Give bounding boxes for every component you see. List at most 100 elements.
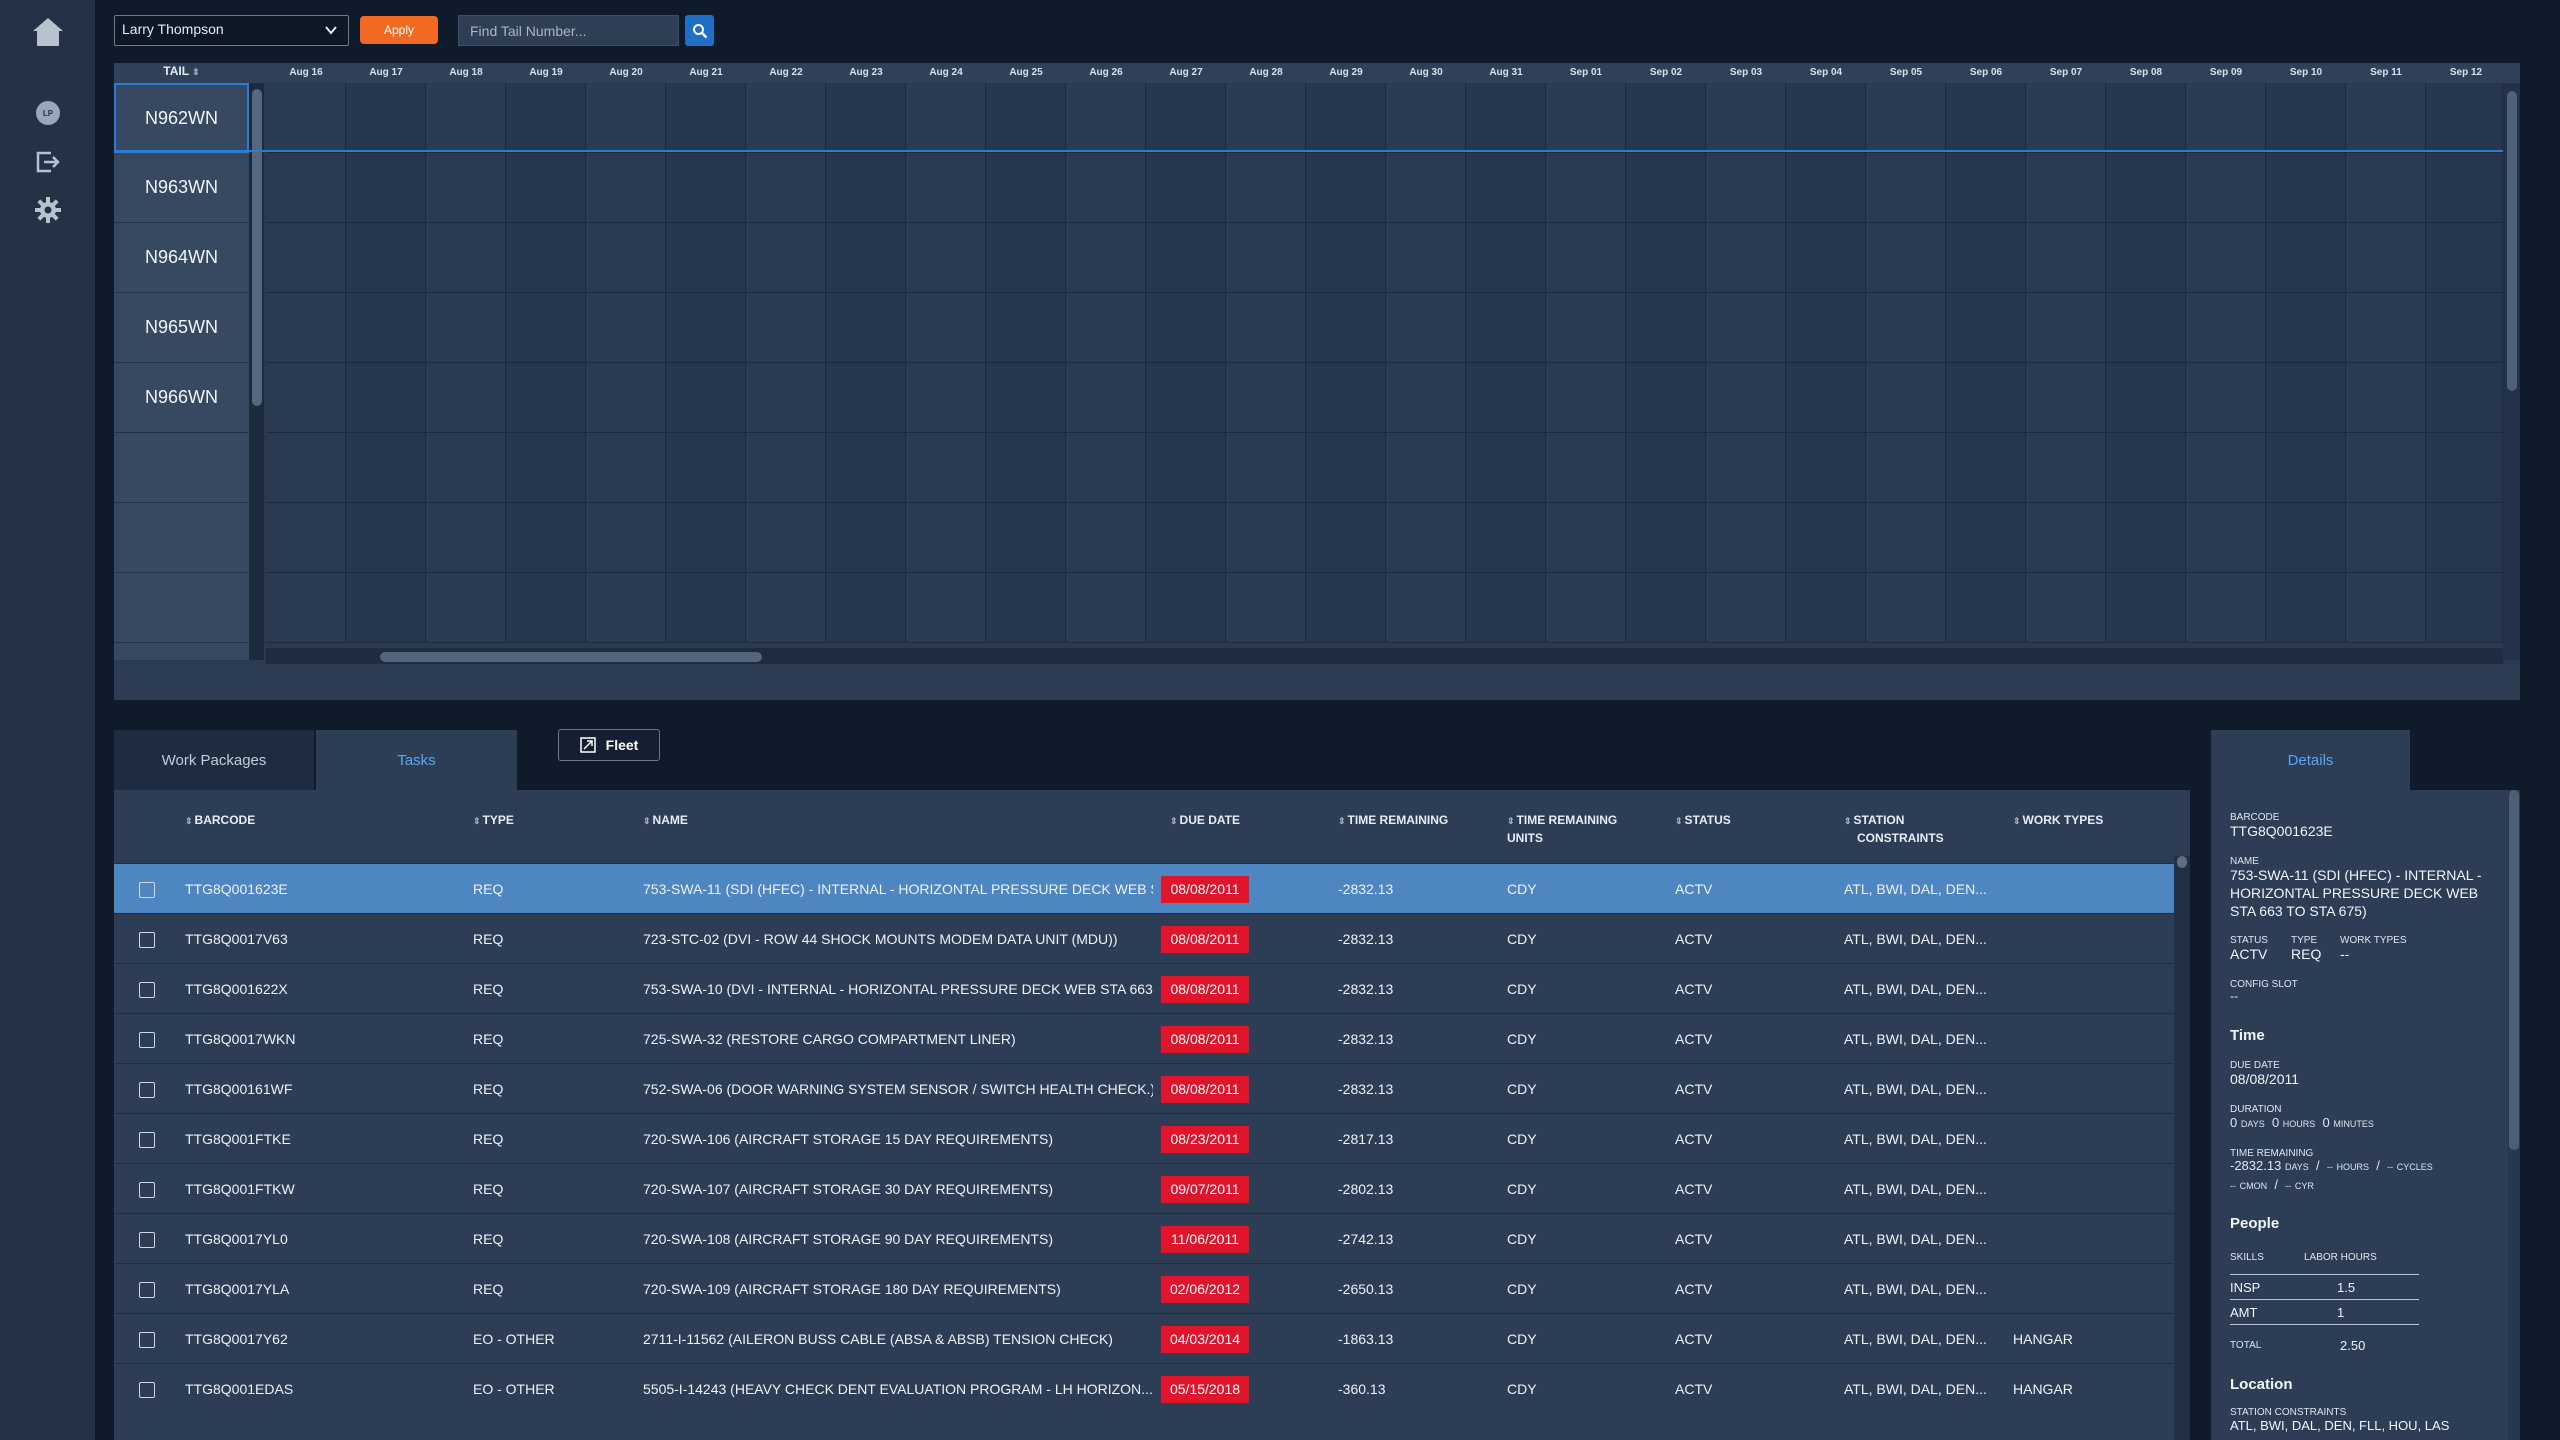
gantt-cell[interactable] <box>506 83 586 153</box>
gantt-cell[interactable] <box>1306 503 1386 573</box>
gantt-cell[interactable] <box>1146 293 1226 363</box>
gantt-cell[interactable] <box>1306 293 1386 363</box>
gantt-cell[interactable] <box>2026 363 2106 433</box>
row-checkbox[interactable] <box>139 882 155 898</box>
gantt-cell[interactable] <box>2266 153 2346 223</box>
gantt-cell[interactable] <box>1786 363 1866 433</box>
row-checkbox[interactable] <box>139 1132 155 1148</box>
gantt-cell[interactable] <box>1706 223 1786 293</box>
gantt-cell[interactable] <box>2266 293 2346 363</box>
gantt-cell[interactable] <box>1946 433 2026 503</box>
table-row[interactable]: TTG8Q0017Y62 EO - OTHER 2711-I-11562 (AILE… <box>114 1313 2174 1363</box>
gantt-cell[interactable] <box>826 293 906 363</box>
table-row[interactable]: TTG8Q00161WF REQ 752-SWA-06 (DOOR WARNING … <box>114 1063 2174 1113</box>
gantt-cell[interactable] <box>1546 433 1626 503</box>
gantt-cell[interactable] <box>266 503 346 573</box>
gantt-cell[interactable] <box>346 293 426 363</box>
gantt-cell[interactable] <box>506 293 586 363</box>
gantt-cell[interactable] <box>346 153 426 223</box>
table-row[interactable]: TTG8Q0017V63 REQ 723-STC-02 (DVI - ROW 44 … <box>114 913 2174 963</box>
gantt-cell[interactable] <box>2186 363 2266 433</box>
gantt-cell[interactable] <box>2346 363 2426 433</box>
gantt-cell[interactable] <box>2026 503 2106 573</box>
gantt-cell[interactable] <box>2106 363 2186 433</box>
gantt-cell[interactable] <box>1626 363 1706 433</box>
gantt-cell[interactable] <box>1866 503 1946 573</box>
gantt-cell[interactable] <box>2186 293 2266 363</box>
gantt-cell[interactable] <box>666 223 746 293</box>
tail-list-scrollbar[interactable] <box>249 83 264 660</box>
fleet-button[interactable]: Fleet <box>558 729 660 761</box>
gantt-cell[interactable] <box>426 153 506 223</box>
gantt-cell[interactable] <box>1626 83 1706 153</box>
gantt-cell[interactable] <box>2106 503 2186 573</box>
table-row[interactable]: TTG8Q0017YLA REQ 720-SWA-109 (AIRCRAFT STO… <box>114 1263 2174 1313</box>
gantt-cell[interactable] <box>986 293 1066 363</box>
gantt-cell[interactable] <box>1386 573 1466 643</box>
gantt-cell[interactable] <box>666 293 746 363</box>
gantt-cell[interactable] <box>1146 83 1226 153</box>
gantt-cell[interactable] <box>266 363 346 433</box>
search-button[interactable] <box>685 15 714 46</box>
gantt-cell[interactable] <box>2026 223 2106 293</box>
logout-icon[interactable] <box>32 146 64 178</box>
gantt-cell[interactable] <box>2346 573 2426 643</box>
gantt-cell[interactable] <box>1866 223 1946 293</box>
gantt-cell[interactable] <box>1546 363 1626 433</box>
tail-row[interactable] <box>114 433 249 503</box>
gantt-cell[interactable] <box>1946 293 2026 363</box>
gantt-cell[interactable] <box>1066 363 1146 433</box>
gantt-cell[interactable] <box>426 223 506 293</box>
gantt-cell[interactable] <box>986 433 1066 503</box>
col-header-due-date[interactable]: ⇕ DUE DATE <box>1170 812 1240 830</box>
gantt-cell[interactable] <box>2346 503 2426 573</box>
gantt-cell[interactable] <box>426 503 506 573</box>
gantt-cell[interactable] <box>2106 83 2186 153</box>
gantt-cell[interactable] <box>586 573 666 643</box>
gantt-cell[interactable] <box>1466 503 1546 573</box>
gantt-cell[interactable] <box>1546 153 1626 223</box>
home-icon[interactable] <box>30 14 66 50</box>
gantt-cell[interactable] <box>426 293 506 363</box>
gantt-cell[interactable] <box>266 573 346 643</box>
gantt-cell[interactable] <box>2426 293 2503 363</box>
gantt-cell[interactable] <box>746 503 826 573</box>
gantt-cell[interactable] <box>2026 83 2106 153</box>
gantt-cell[interactable] <box>986 153 1066 223</box>
gantt-cell[interactable] <box>2026 573 2106 643</box>
tasks-table-scrollbar[interactable] <box>2174 856 2190 1440</box>
gantt-cell[interactable] <box>1226 363 1306 433</box>
gantt-cell[interactable] <box>1706 573 1786 643</box>
gantt-cell[interactable] <box>1466 223 1546 293</box>
gantt-cell[interactable] <box>986 503 1066 573</box>
gantt-cell[interactable] <box>986 223 1066 293</box>
gantt-cell[interactable] <box>1386 83 1466 153</box>
col-header-time-remaining-units[interactable]: ⇕ TIME REMAINING UNITS <box>1507 812 1617 847</box>
gantt-cell[interactable] <box>1306 83 1386 153</box>
gantt-cell[interactable] <box>666 433 746 503</box>
gantt-cell[interactable] <box>2346 153 2426 223</box>
gantt-cell[interactable] <box>746 223 826 293</box>
gantt-cell[interactable] <box>1626 153 1706 223</box>
gantt-cell[interactable] <box>746 433 826 503</box>
gantt-cell[interactable] <box>2106 153 2186 223</box>
gantt-cell[interactable] <box>1866 433 1946 503</box>
gantt-cell[interactable] <box>506 573 586 643</box>
row-checkbox[interactable] <box>139 1032 155 1048</box>
gantt-cell[interactable] <box>1866 573 1946 643</box>
gantt-cell[interactable] <box>2186 503 2266 573</box>
tail-row[interactable] <box>114 503 249 573</box>
gantt-cell[interactable] <box>2106 223 2186 293</box>
gantt-cell[interactable] <box>346 503 426 573</box>
gantt-cell[interactable] <box>2426 503 2503 573</box>
gantt-cell[interactable] <box>2426 363 2503 433</box>
gantt-cell[interactable] <box>2346 293 2426 363</box>
gantt-cell[interactable] <box>1146 363 1226 433</box>
gantt-cell[interactable] <box>1306 223 1386 293</box>
gantt-cell[interactable] <box>506 503 586 573</box>
gantt-cell[interactable] <box>826 503 906 573</box>
col-header-barcode[interactable]: ⇕ BARCODE <box>185 812 255 830</box>
gantt-cell[interactable] <box>586 363 666 433</box>
gantt-cell[interactable] <box>426 573 506 643</box>
gantt-cell[interactable] <box>1466 293 1546 363</box>
